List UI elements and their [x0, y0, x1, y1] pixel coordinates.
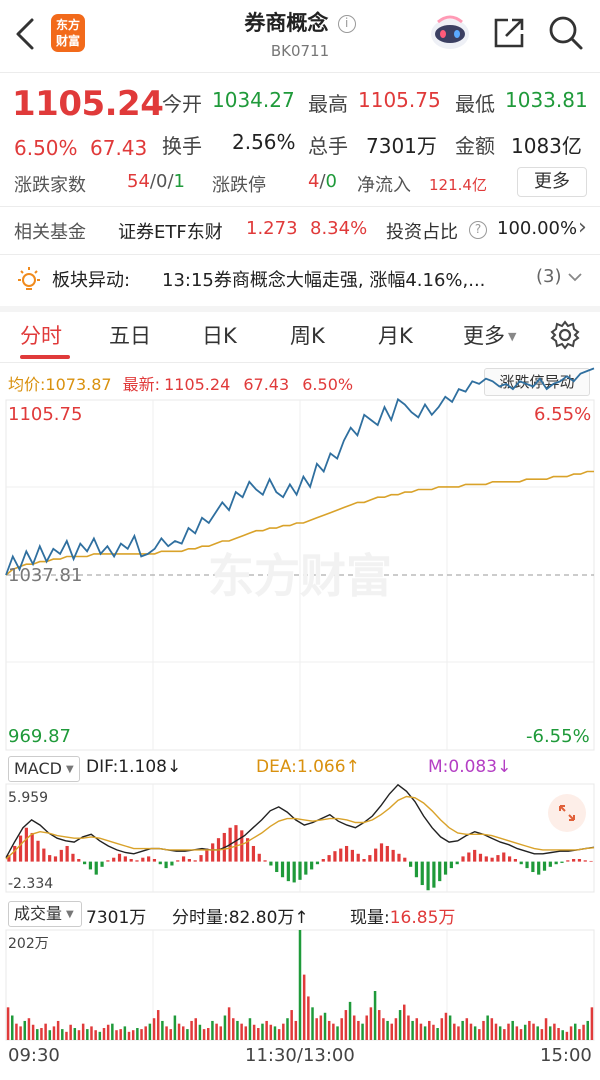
- volume-selector[interactable]: 成交量 ▼: [8, 901, 82, 927]
- price-axis-top-pct: 6.55%: [534, 404, 592, 425]
- m-value: M:0.083↓: [428, 757, 512, 777]
- price-axis-bottom: 969.87: [8, 726, 71, 747]
- indicator-selector[interactable]: MACD ▼: [8, 756, 80, 782]
- volume-axis-top: 202万: [8, 936, 49, 952]
- watermark: 东方财富: [208, 549, 392, 603]
- time-start: 09:30: [8, 1045, 60, 1066]
- period-volume: 分时量:82.80万↑: [172, 908, 309, 928]
- macd-axis-bottom: -2.334: [8, 876, 54, 892]
- macd-axis-top: 5.959: [8, 790, 49, 806]
- price-axis-top: 1105.75: [8, 404, 83, 425]
- price-axis-bottom-pct: -6.55%: [526, 726, 590, 747]
- volume-total: 7301万: [86, 908, 147, 928]
- dif-value: DIF:1.108↓: [86, 757, 182, 777]
- dea-value: DEA:1.066↑: [256, 757, 360, 777]
- expand-icon[interactable]: [548, 794, 586, 832]
- time-end: 15:00: [540, 1045, 592, 1066]
- current-volume: 现量:16.85万: [350, 908, 456, 928]
- price-axis-mid: 1037.81: [8, 565, 83, 586]
- time-mid: 11:30/13:00: [245, 1045, 355, 1066]
